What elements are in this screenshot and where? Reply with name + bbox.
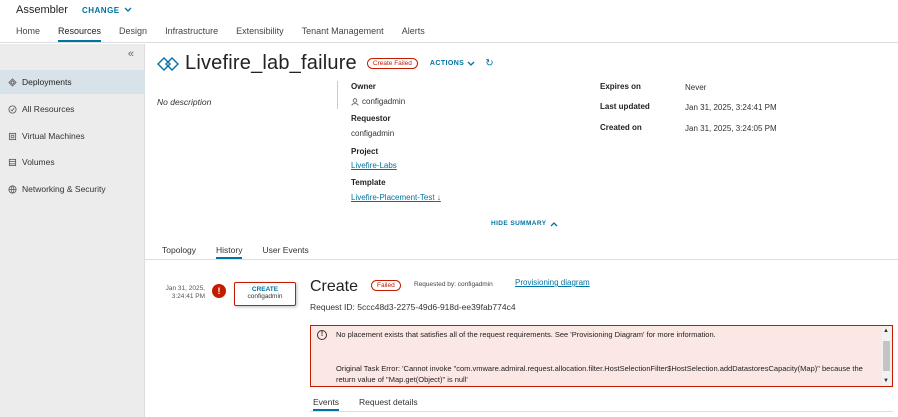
- last-updated-value: Jan 31, 2025, 3:24:41 PM: [685, 103, 777, 112]
- sidebar-item-label: Volumes: [22, 157, 55, 167]
- nav-tab-design[interactable]: Design: [119, 26, 147, 42]
- request-tabs: Events Request details: [310, 392, 893, 412]
- sidebar-item-label: Virtual Machines: [22, 131, 85, 141]
- nav-tab-home[interactable]: Home: [16, 26, 40, 42]
- created-label: Created on: [600, 123, 642, 132]
- refresh-icon[interactable]: ↻: [485, 58, 493, 69]
- template-link[interactable]: Livefire-Placement-Test ↓: [351, 193, 441, 202]
- app-title: Assembler: [16, 4, 68, 16]
- request-title: Create: [310, 278, 359, 295]
- tab-request-details[interactable]: Request details: [359, 397, 418, 411]
- history-timestamp: Jan 31, 2025, 3:24:41 PM: [157, 285, 205, 300]
- main-nav: Home Resources Design Infrastructure Ext…: [0, 20, 898, 43]
- template-name: Livefire-Placement-Test: [351, 193, 435, 202]
- nav-tab-tenant-management[interactable]: Tenant Management: [302, 26, 384, 42]
- tab-user-events[interactable]: User Events: [262, 245, 308, 259]
- sidebar-item-all-resources[interactable]: All Resources: [0, 97, 145, 121]
- chevron-down-icon: [467, 61, 475, 66]
- top-bar: Assembler CHANGE: [0, 0, 898, 20]
- last-updated-label: Last updated: [600, 102, 650, 111]
- user-icon: [351, 97, 359, 106]
- error-message: No placement exists that satisfies all o…: [336, 330, 716, 339]
- status-badge: Create Failed: [366, 58, 418, 69]
- deployment-icon: [157, 56, 179, 71]
- actions-button[interactable]: ACTIONS: [430, 60, 475, 67]
- nav-tab-infrastructure[interactable]: Infrastructure: [165, 26, 218, 42]
- tab-events[interactable]: Events: [313, 397, 339, 411]
- collapse-sidebar-button[interactable]: «: [128, 48, 134, 60]
- expires-value: Never: [685, 83, 707, 92]
- deployment-description: No description: [157, 97, 212, 107]
- request-id: Request ID: 5ccc48d3-2275-49d6-918d-ee39…: [310, 302, 516, 312]
- nav-tab-resources[interactable]: Resources: [58, 26, 102, 42]
- history-create-item[interactable]: CREATE configadmin: [234, 282, 296, 306]
- project-label: Project: [351, 147, 379, 156]
- owner-name: configadmin: [362, 97, 406, 106]
- request-status-badge: Failed: [371, 280, 401, 291]
- divider: [337, 81, 338, 109]
- sidebar-item-volumes[interactable]: Volumes: [0, 150, 145, 174]
- hide-summary-label: HIDE SUMMARY: [491, 220, 547, 227]
- history-date: Jan 31, 2025,: [165, 285, 205, 292]
- owner-label: Owner: [351, 82, 376, 91]
- template-label: Template: [351, 178, 386, 187]
- project-link[interactable]: Livefire-Labs: [351, 161, 397, 170]
- info-icon: !: [317, 330, 327, 340]
- error-original-task: Original Task Error: 'Cannot invoke "com…: [336, 364, 863, 384]
- tab-topology[interactable]: Topology: [162, 245, 196, 259]
- deployment-header: Livefire_lab_failure Create Failed ACTIO…: [157, 52, 494, 75]
- all-resources-icon: [8, 104, 17, 114]
- sidebar-item-label: Networking & Security: [22, 184, 106, 194]
- scroll-thumb[interactable]: [883, 341, 890, 371]
- tab-history[interactable]: History: [216, 245, 243, 259]
- requestor-value: configadmin: [351, 129, 395, 138]
- history-time: 3:24:41 PM: [171, 292, 205, 300]
- sidebar-item-deployments[interactable]: Deployments: [0, 70, 145, 94]
- virtual-machines-icon: [8, 132, 17, 140]
- change-button[interactable]: CHANGE: [82, 6, 132, 15]
- deployment-tabs: Topology History User Events: [145, 240, 898, 260]
- error-scrollbar[interactable]: ▲ ▼: [882, 327, 891, 385]
- nav-tab-alerts[interactable]: Alerts: [402, 26, 425, 42]
- history-item-title: CREATE: [251, 286, 279, 293]
- hide-summary-button[interactable]: HIDE SUMMARY: [491, 220, 558, 227]
- history-item-user: configadmin: [247, 293, 283, 300]
- chevron-up-icon: [551, 221, 558, 226]
- main-content: Livefire_lab_failure Create Failed ACTIO…: [145, 44, 898, 417]
- volumes-icon: [8, 158, 17, 166]
- scroll-down-icon[interactable]: ▼: [883, 378, 889, 384]
- actions-label: ACTIONS: [429, 60, 465, 67]
- created-value: Jan 31, 2025, 3:24:05 PM: [685, 124, 777, 133]
- sidebar: « Deployments All Resources Virtual Mach…: [0, 44, 145, 417]
- provisioning-diagram-link[interactable]: Provisioning diagram: [515, 278, 590, 287]
- expires-label: Expires on: [600, 82, 641, 91]
- nav-tab-extensibility[interactable]: Extensibility: [236, 26, 284, 42]
- sidebar-item-virtual-machines[interactable]: Virtual Machines: [0, 124, 145, 148]
- error-alert: ! No placement exists that satisfies all…: [310, 325, 893, 387]
- requestor-label: Requestor: [351, 114, 391, 123]
- error-icon: !: [212, 284, 226, 298]
- download-icon[interactable]: ↓: [437, 193, 441, 202]
- owner-value: configadmin: [351, 97, 405, 106]
- sidebar-item-label: Deployments: [22, 77, 72, 87]
- scroll-up-icon[interactable]: ▲: [883, 328, 889, 334]
- sidebar-item-networking-security[interactable]: Networking & Security: [0, 177, 145, 201]
- deployments-icon: [8, 77, 17, 87]
- requested-by: Requested by: configadmin: [414, 281, 493, 288]
- deployment-name: Livefire_lab_failure: [185, 52, 357, 74]
- networking-icon: [8, 184, 17, 194]
- sidebar-item-label: All Resources: [22, 104, 75, 114]
- chevron-down-icon: [124, 7, 132, 12]
- change-label: CHANGE: [81, 5, 120, 15]
